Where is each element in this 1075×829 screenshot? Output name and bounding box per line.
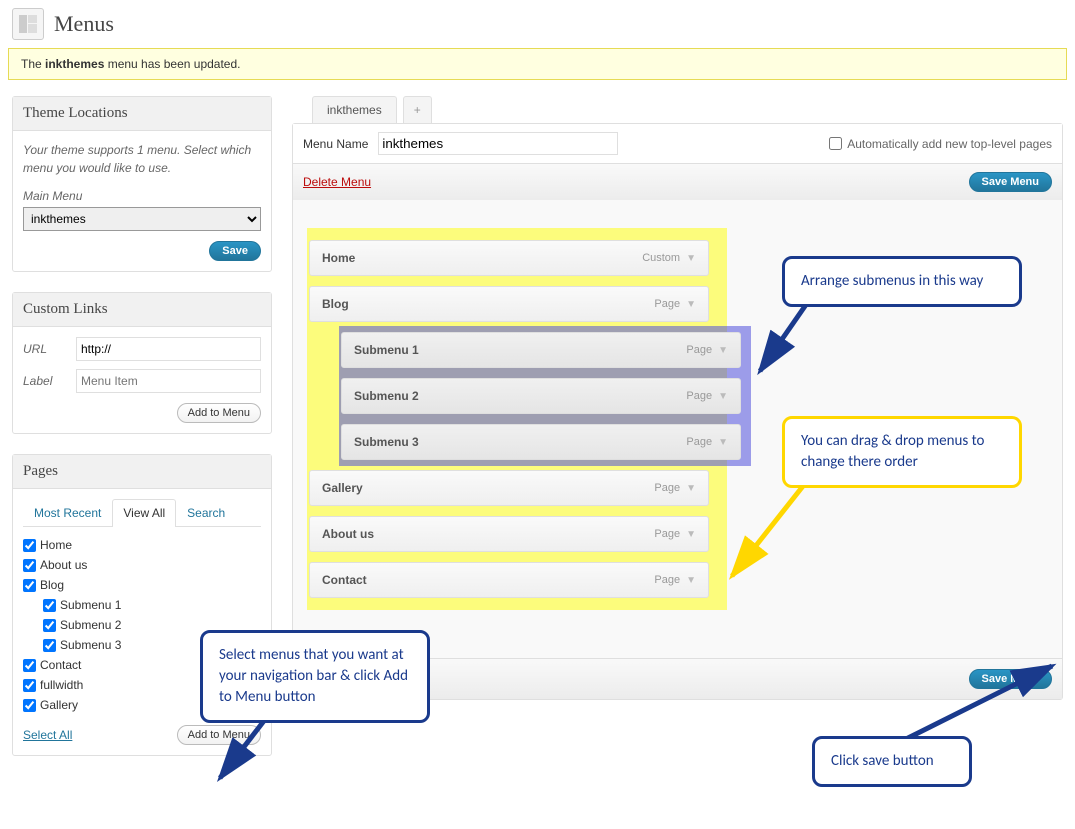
menu-item-title: Submenu 2 bbox=[354, 389, 419, 403]
page-label: Submenu 2 bbox=[60, 618, 121, 632]
select-all-link[interactable]: Select All bbox=[23, 728, 72, 742]
menus-icon bbox=[12, 8, 44, 40]
page-label: Submenu 3 bbox=[60, 638, 121, 652]
main-menu-select[interactable]: inkthemes bbox=[23, 207, 261, 231]
page-check-item: Submenu 1 bbox=[23, 595, 261, 615]
annotation-callout: You can drag & drop menus to change ther… bbox=[782, 416, 1022, 488]
page-checkbox[interactable] bbox=[43, 619, 56, 632]
menu-item-type: Custom bbox=[642, 252, 680, 264]
chevron-down-icon[interactable]: ▼ bbox=[686, 575, 696, 586]
chevron-down-icon[interactable]: ▼ bbox=[686, 299, 696, 310]
menu-item-type: Page bbox=[654, 528, 680, 540]
url-input[interactable] bbox=[76, 337, 261, 361]
tab-search[interactable]: Search bbox=[176, 499, 236, 526]
menu-item-title: Gallery bbox=[322, 481, 363, 495]
save-menu-button-bottom[interactable]: Save Menu bbox=[969, 669, 1052, 689]
custom-links-widget: Custom Links URL Label Add to Menu bbox=[12, 292, 272, 434]
page-label: About us bbox=[40, 558, 87, 572]
chevron-down-icon[interactable]: ▼ bbox=[718, 345, 728, 356]
page-checkbox[interactable] bbox=[43, 599, 56, 612]
menu-item-title: Submenu 3 bbox=[354, 435, 419, 449]
chevron-down-icon[interactable]: ▼ bbox=[686, 253, 696, 264]
page-header: Menus bbox=[0, 0, 1075, 48]
menu-structure-item[interactable]: Contact Page ▼ bbox=[309, 562, 709, 598]
menu-item-title: Contact bbox=[322, 573, 367, 587]
tab-view-all[interactable]: View All bbox=[112, 499, 176, 527]
menu-structure-item[interactable]: Blog Page ▼ bbox=[309, 286, 709, 322]
menu-item-type: Page bbox=[654, 482, 680, 494]
menu-panel: Menu Name Automatically add new top-leve… bbox=[292, 123, 1063, 700]
delete-menu-link[interactable]: Delete Menu bbox=[303, 175, 371, 189]
menu-tab-add[interactable]: + bbox=[403, 96, 432, 123]
widget-title: Theme Locations bbox=[13, 97, 271, 131]
page-checkbox[interactable] bbox=[23, 559, 36, 572]
menu-tab-inkthemes[interactable]: inkthemes bbox=[312, 96, 397, 123]
menu-item-type: Page bbox=[686, 344, 712, 356]
page-checkbox[interactable] bbox=[23, 539, 36, 552]
page-label: fullwidth bbox=[40, 678, 83, 692]
page-checkbox[interactable] bbox=[23, 699, 36, 712]
page-checkbox[interactable] bbox=[23, 679, 36, 692]
menu-structure-item[interactable]: Submenu 3 Page ▼ bbox=[341, 424, 741, 460]
chevron-down-icon[interactable]: ▼ bbox=[686, 529, 696, 540]
save-menu-button-top[interactable]: Save Menu bbox=[969, 172, 1052, 192]
menu-structure-item[interactable]: About us Page ▼ bbox=[309, 516, 709, 552]
page-label: Contact bbox=[40, 658, 81, 672]
add-pages-button[interactable]: Add to Menu bbox=[177, 725, 261, 745]
auto-add-checkbox[interactable] bbox=[829, 137, 842, 150]
page-title: Menus bbox=[54, 11, 114, 37]
menu-item-title: Home bbox=[322, 251, 355, 265]
annotation-callout: Click save button bbox=[812, 736, 972, 787]
widget-title: Pages bbox=[13, 455, 271, 489]
annotation-callout: Select menus that you want at your navig… bbox=[200, 630, 430, 723]
menu-structure-item[interactable]: Gallery Page ▼ bbox=[309, 470, 709, 506]
label-label: Label bbox=[23, 374, 68, 388]
menu-name-label: Menu Name bbox=[303, 137, 368, 151]
menu-structure-item[interactable]: Submenu 2 Page ▼ bbox=[341, 378, 741, 414]
page-label: Gallery bbox=[40, 698, 78, 712]
menu-item-type: Page bbox=[654, 298, 680, 310]
page-checkbox[interactable] bbox=[23, 659, 36, 672]
page-label: Home bbox=[40, 538, 72, 552]
save-locations-button[interactable]: Save bbox=[209, 241, 261, 261]
page-check-item: Blog bbox=[23, 575, 261, 595]
theme-locations-desc: Your theme supports 1 menu. Select which… bbox=[23, 141, 261, 177]
menu-item-title: About us bbox=[322, 527, 374, 541]
menu-structure-item[interactable]: Submenu 1 Page ▼ bbox=[341, 332, 741, 368]
menu-name-input[interactable] bbox=[378, 132, 618, 155]
page-checkbox[interactable] bbox=[23, 579, 36, 592]
main-menu-label: Main Menu bbox=[23, 189, 261, 203]
label-input[interactable] bbox=[76, 369, 261, 393]
menu-item-title: Submenu 1 bbox=[354, 343, 419, 357]
page-check-item: Home bbox=[23, 535, 261, 555]
menu-item-type: Page bbox=[686, 436, 712, 448]
chevron-down-icon[interactable]: ▼ bbox=[718, 437, 728, 448]
widget-title: Custom Links bbox=[13, 293, 271, 327]
update-notice: The inkthemes menu has been updated. bbox=[8, 48, 1067, 80]
menu-item-type: Page bbox=[686, 390, 712, 402]
chevron-down-icon[interactable]: ▼ bbox=[718, 391, 728, 402]
annotation-callout: Arrange submenus in this way bbox=[782, 256, 1022, 307]
menu-structure-item[interactable]: Home Custom ▼ bbox=[309, 240, 709, 276]
page-label: Blog bbox=[40, 578, 64, 592]
tab-most-recent[interactable]: Most Recent bbox=[23, 499, 112, 526]
page-label: Submenu 1 bbox=[60, 598, 121, 612]
menu-item-type: Page bbox=[654, 574, 680, 586]
url-label: URL bbox=[23, 342, 68, 356]
theme-locations-widget: Theme Locations Your theme supports 1 me… bbox=[12, 96, 272, 272]
add-custom-link-button[interactable]: Add to Menu bbox=[177, 403, 261, 423]
menu-item-title: Blog bbox=[322, 297, 349, 311]
chevron-down-icon[interactable]: ▼ bbox=[686, 483, 696, 494]
page-checkbox[interactable] bbox=[43, 639, 56, 652]
page-check-item: About us bbox=[23, 555, 261, 575]
auto-add-label: Automatically add new top-level pages bbox=[847, 137, 1052, 151]
